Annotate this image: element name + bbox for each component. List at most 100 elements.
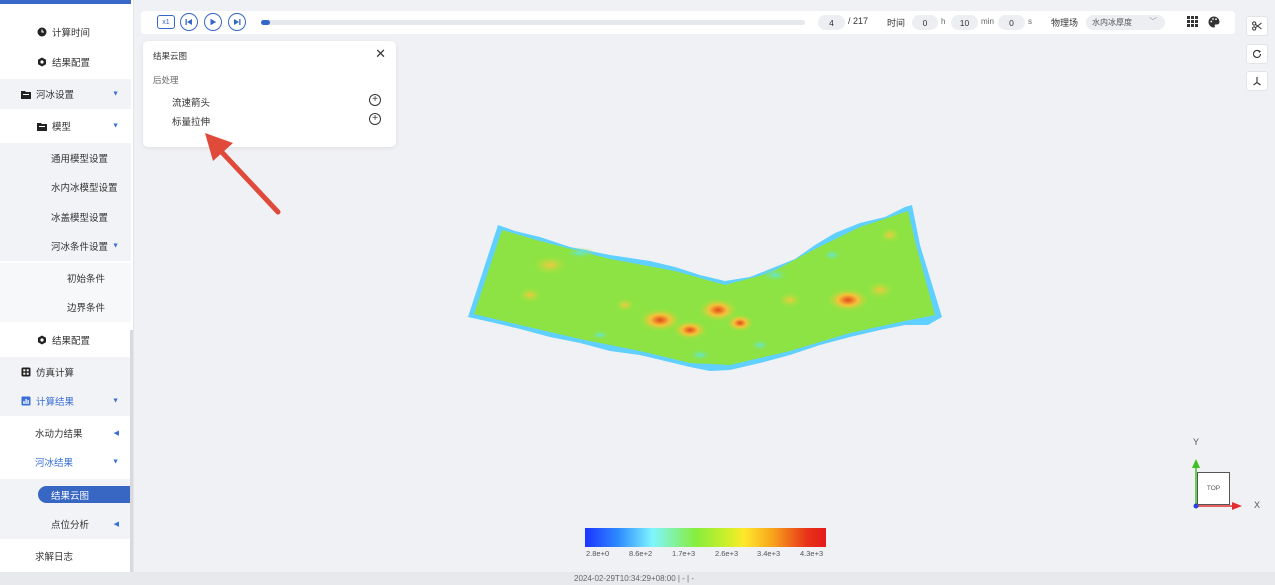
seconds-input[interactable]: 0 — [998, 15, 1025, 30]
sidebar-item-label: 初始条件 — [67, 274, 106, 285]
sidebar-item-model[interactable]: 模型 ▼ — [0, 111, 131, 141]
minutes-unit: min — [981, 17, 994, 26]
seconds-unit: s — [1028, 17, 1032, 26]
minutes-input[interactable]: 10 — [951, 15, 978, 30]
sidebar-item-frazil-model[interactable]: 水内冰模型设置 — [0, 172, 131, 202]
field-select-value: 水内冰厚度 — [1092, 18, 1132, 27]
rotate-tool-button[interactable] — [1246, 44, 1268, 64]
caret-down-icon: ▼ — [112, 242, 119, 250]
panel-row-velocity-arrows: 流速箭头 — [172, 98, 211, 109]
sidebar-item-label: 水动力结果 — [35, 429, 83, 440]
sidebar-item-label: 边界条件 — [67, 303, 106, 314]
sidebar-item-label: 通用模型设置 — [51, 154, 109, 165]
sidebar-item-general-model[interactable]: 通用模型设置 — [0, 143, 131, 173]
timeline-slider[interactable] — [261, 20, 805, 25]
sidebar-item-label: 点位分析 — [51, 520, 90, 531]
skip-forward-icon — [234, 19, 241, 25]
sidebar-item-ice-conditions[interactable]: 河冰条件设置 ▼ — [0, 231, 131, 261]
sidebar-item-river-ice-results[interactable]: 河冰结果 ▼ — [0, 447, 131, 477]
contour-plot[interactable] — [460, 195, 950, 380]
status-footer: 2024-02-29T10:34:29+08:00 | - | - — [0, 572, 1275, 585]
sidebar-item-label: 结果配置 — [52, 58, 91, 69]
sidebar: 计算时间 结果配置 河冰设置 ▼ 模型 ▼ 通用模型设置 水内冰模型设置 冰盖模… — [0, 0, 134, 572]
legend-label: 8.6e+2 — [629, 549, 653, 558]
axis-y-label: Y — [1193, 437, 1200, 447]
sidebar-item-result-config-2[interactable]: 结果配置 — [0, 325, 131, 355]
view-cube-top[interactable]: TOP — [1197, 472, 1230, 505]
sidebar-item-label: 河冰设置 — [36, 90, 75, 101]
sidebar-item-boundary-conditions[interactable]: 边界条件 — [0, 292, 131, 322]
sidebar-item-point-analysis[interactable]: 点位分析 ◀ — [0, 509, 131, 539]
footer-timestamp: 2024-02-29T10:34:29+08:00 | - | - — [574, 574, 695, 583]
caret-down-icon: ▼ — [112, 458, 119, 466]
add-velocity-arrows-button[interactable]: + — [369, 94, 381, 106]
skip-forward-button[interactable] — [228, 13, 246, 31]
sidebar-item-simulation[interactable]: 仿真计算 — [0, 357, 131, 387]
sidebar-item-label: 模型 — [52, 122, 72, 133]
sidebar-item-label: 河冰结果 — [35, 458, 74, 469]
folder-icon — [37, 121, 47, 131]
sidebar-top-highlight — [0, 0, 131, 4]
skip-back-icon — [185, 19, 192, 25]
panel-section-post-processing: 后处理 — [153, 75, 179, 85]
chevron-down-icon: ﹀ — [1149, 17, 1157, 26]
frame-total: / 217 — [848, 16, 869, 26]
folder-icon — [21, 89, 31, 99]
axis-x-label: X — [1254, 500, 1261, 510]
skip-back-button[interactable] — [180, 13, 198, 31]
sidebar-item-compute-time[interactable]: 计算时间 — [0, 17, 131, 47]
field-label: 物理场 — [1051, 18, 1079, 28]
chart-icon — [21, 396, 31, 406]
annotation-arrow — [205, 133, 281, 215]
caret-down-icon: ▼ — [112, 122, 119, 130]
caret-left-icon: ◀ — [113, 430, 119, 437]
sidebar-item-label: 冰盖模型设置 — [51, 213, 109, 224]
caret-down-icon: ▼ — [112, 397, 119, 405]
sidebar-item-label: 求解日志 — [35, 552, 74, 563]
legend-label: 3.4e+3 — [757, 549, 781, 558]
sidebar-item-result-config[interactable]: 结果配置 — [0, 47, 131, 77]
hours-input[interactable]: 0 — [912, 15, 938, 30]
sidebar-item-label: 河冰条件设置 — [51, 242, 109, 253]
sidebar-item-label: 仿真计算 — [36, 368, 75, 379]
sidebar-item-contour[interactable]: 结果云图 — [38, 486, 131, 503]
sidebar-item-label: 计算时间 — [52, 28, 91, 39]
sidebar-item-results[interactable]: 计算结果 ▼ — [0, 386, 131, 416]
legend-label: 2.6e+3 — [715, 549, 739, 558]
frame-input[interactable]: 4 — [818, 15, 845, 30]
sidebar-item-solve-log[interactable]: 求解日志 — [0, 541, 131, 571]
timeline-progress — [261, 20, 271, 25]
calculator-icon — [21, 367, 31, 377]
axes-tool-button[interactable] — [1246, 71, 1268, 91]
hours-unit: h — [941, 17, 946, 26]
caret-left-icon: ◀ — [113, 521, 119, 528]
axes-icon — [1253, 77, 1261, 86]
scissors-tool-button[interactable] — [1246, 16, 1268, 36]
sidebar-item-label: 计算结果 — [36, 397, 75, 408]
gear-icon — [37, 57, 47, 67]
sidebar-item-ice-cover-model[interactable]: 冰盖模型设置 — [0, 202, 131, 232]
add-scalar-warp-button[interactable]: + — [369, 113, 381, 125]
palette-icon[interactable] — [1208, 16, 1220, 31]
legend-label: 4.3e+3 — [800, 549, 824, 558]
sidebar-item-river-ice-settings[interactable]: 河冰设置 ▼ — [0, 79, 131, 109]
clock-icon — [37, 27, 47, 37]
playback-toolbar: x1 4 / 217 时间 0 h 10 min 0 s 物理场 水内冰厚度 ﹀ — [141, 11, 1235, 34]
field-select[interactable]: 水内冰厚度 ﹀ — [1086, 15, 1165, 30]
grid-icon[interactable] — [1187, 16, 1198, 30]
play-button[interactable] — [204, 13, 222, 31]
sidebar-item-initial-conditions[interactable]: 初始条件 — [0, 263, 131, 293]
legend-label: 1.7e+3 — [672, 549, 696, 558]
speed-button[interactable]: x1 — [157, 15, 175, 29]
close-icon[interactable]: ✕ — [375, 47, 386, 60]
time-label: 时间 — [887, 18, 906, 28]
legend-label: 2.8e+0 — [586, 549, 610, 558]
sidebar-item-label: 水内冰模型设置 — [51, 183, 118, 194]
sidebar-item-hydro-results[interactable]: 水动力结果 ◀ — [0, 418, 131, 448]
caret-down-icon: ▼ — [112, 90, 119, 98]
rotate-icon — [1253, 49, 1262, 58]
gear-icon — [37, 335, 47, 345]
color-legend — [585, 528, 826, 547]
scissors-icon — [1252, 21, 1262, 31]
sidebar-scrollbar[interactable] — [130, 330, 133, 572]
